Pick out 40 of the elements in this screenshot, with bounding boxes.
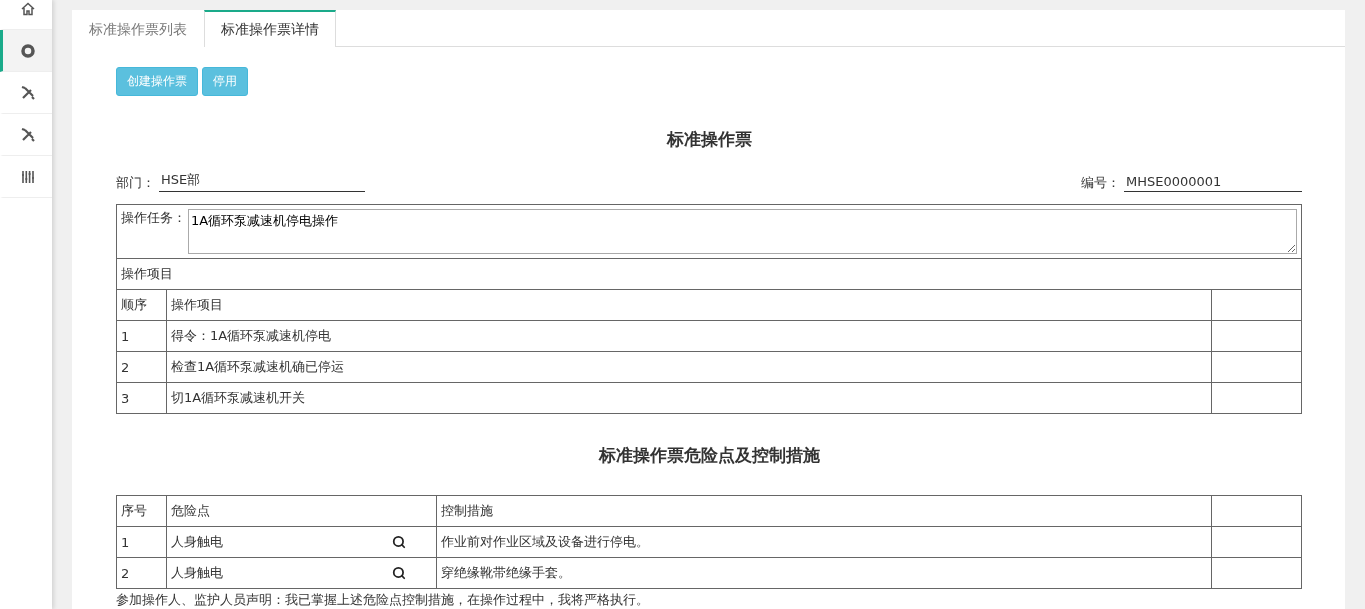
table-cell: 2 [116,351,167,383]
table-cell: 得令：1A循环泵减速机停电 [166,320,1212,352]
table-cell: 人身触电 [171,564,223,582]
table-cell: 检查1A循环泵减速机确已停运 [166,351,1212,383]
table-cell: 1 [116,320,167,352]
tools-icon [19,126,36,143]
number-field: MHSE0000001 [1124,174,1302,192]
table-header: 序号 [116,495,167,527]
table-cell: 1 [116,526,167,558]
form-title: 标准操作票 [665,128,753,151]
table-cell: 穿绝缘靴带绝缘手套。 [436,557,1212,589]
table-cell: 切1A循环泵减速机开关 [166,382,1212,414]
sidebar-item[interactable] [0,30,52,72]
field-label: 部门： [116,174,155,192]
tab[interactable]: 标准操作票详情 [204,10,336,47]
table-cell: 作业前对作业区域及设备进行停电。 [436,526,1212,558]
table-cell: 人身触电 [171,533,223,551]
home-icon [19,0,36,17]
search-icon[interactable] [392,566,406,580]
table-cell: 3 [116,382,167,414]
table-header: 危险点 [166,495,437,527]
sidebar-item[interactable] [0,72,52,114]
bars-icon [19,168,36,185]
field-label: 编号： [1081,174,1120,192]
field-label: 操作任务： [121,209,186,227]
ring-icon [19,42,36,59]
search-icon[interactable] [392,535,406,549]
task-input[interactable]: 1A循环泵减速机停电操作 [188,209,1297,254]
table-header: 控制措施 [436,495,1212,527]
section-title: 标准操作票危险点及控制措施 [597,444,821,467]
tools-icon [19,84,36,101]
declaration-text: 参加操作人、监护人员声明：我已掌握上述危险点控制措施，在操作过程中，我将严格执行。 [116,591,650,609]
table-header: 操作项目 [166,289,1212,321]
section-heading: 操作项目 [116,258,1302,290]
sidebar-item[interactable] [0,114,52,156]
table-header: 顺序 [116,289,167,321]
sidebar-item[interactable] [0,156,52,198]
table-cell: 2 [116,557,167,589]
sidebar-item[interactable] [0,0,52,30]
department-field: HSE部 [159,171,365,192]
